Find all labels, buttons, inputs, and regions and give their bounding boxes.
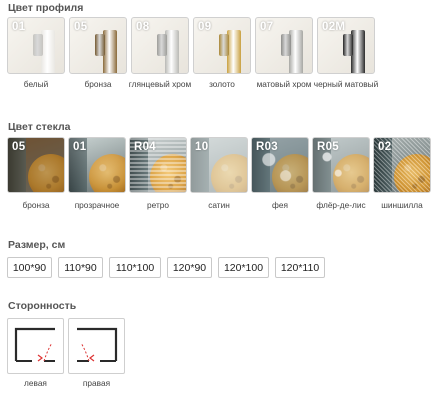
swatch-code: 01 [73, 141, 87, 153]
swatch-code: 05 [12, 141, 26, 153]
glass-swatch[interactable]: 05 [7, 137, 65, 193]
size-option-button[interactable]: 100*90 [7, 257, 52, 278]
profile-option[interactable]: 08 глянцевый хром [129, 17, 191, 90]
profile-swatch[interactable]: 02M [317, 17, 375, 74]
profile-label: глянцевый хром [128, 79, 192, 89]
glass-option[interactable]: 02 шиншилла [373, 137, 431, 211]
glass-swatch[interactable]: R05 [312, 137, 370, 193]
glass-option[interactable]: 05 бронза [7, 137, 65, 211]
profile-option[interactable]: 09 золото [193, 17, 251, 90]
profile-bar-image [289, 30, 303, 73]
glass-label: прозрачное [74, 200, 120, 210]
swatch-code: 05 [74, 21, 88, 33]
glass-swatch[interactable]: R03 [251, 137, 309, 193]
profile-label: черный матовый [313, 79, 379, 89]
glass-swatch[interactable]: R04 [129, 137, 187, 193]
profile-label: золото [209, 79, 235, 89]
swatch-code: R03 [256, 141, 278, 153]
glass-label: сатин [208, 200, 230, 210]
glass-label: флёр-де-лис [316, 200, 366, 210]
swatch-code: 07 [260, 21, 274, 33]
side-option-box[interactable] [7, 318, 64, 374]
profile-swatch[interactable]: 07 [255, 17, 313, 74]
glass-label: шиншилла [381, 200, 423, 210]
profile-option[interactable]: 01 белый [7, 17, 65, 90]
swatch-code: 02 [378, 141, 392, 153]
profile-label: белый [23, 79, 49, 89]
profile-swatch[interactable]: 08 [131, 17, 189, 74]
profile-swatch[interactable]: 01 [7, 17, 65, 74]
glass-option[interactable]: 10 сатин [190, 137, 248, 211]
size-option-button[interactable]: 120*110 [275, 257, 325, 278]
glass-option[interactable]: R04 ретро [129, 137, 187, 211]
side-option[interactable]: левая [7, 318, 64, 388]
profile-bar-image [103, 30, 117, 73]
side-option-label: правая [82, 378, 111, 388]
glass-swatch-row: 05 бронза 01 прозрачное R04 ретро 10 сатин R03 фе… [7, 137, 434, 211]
profile-bar-image [165, 30, 179, 73]
profile-bar-image [41, 30, 55, 73]
glass-option[interactable]: 01 прозрачное [68, 137, 126, 211]
swatch-code: 09 [198, 21, 212, 33]
profile-option[interactable]: 05 бронза [69, 17, 127, 90]
glass-label: бронза [22, 200, 50, 210]
side-options: левая правая [7, 318, 129, 388]
profile-swatch[interactable]: 05 [69, 17, 127, 74]
size-option-button[interactable]: 120*90 [167, 257, 212, 278]
profile-swatch[interactable]: 09 [193, 17, 251, 74]
left-hinge-door-icon [14, 327, 55, 362]
size-title: Размер, см [8, 239, 66, 251]
profile-bar-image [227, 30, 241, 73]
swatch-code: 02M [322, 21, 346, 33]
side-option[interactable]: правая [68, 318, 125, 388]
profile-swatch-row: 01 белый 05 бронза 08 глянцевый хром 09 золото 0… [7, 17, 379, 90]
side-option-box[interactable] [68, 318, 125, 374]
right-hinge-door-icon [77, 327, 118, 362]
glass-label: фея [272, 200, 288, 210]
glass-swatch[interactable]: 10 [190, 137, 248, 193]
swatch-code: R04 [134, 141, 156, 153]
size-options: 100*90 110*90 110*100 120*90 120*100 120*110 [7, 257, 331, 278]
glass-option[interactable]: R03 фея [251, 137, 309, 211]
swatch-code: R05 [317, 141, 339, 153]
swatch-code: 08 [136, 21, 150, 33]
glass-swatch[interactable]: 01 [68, 137, 126, 193]
glass-label: ретро [147, 200, 169, 210]
glass-option[interactable]: R05 флёр-де-лис [312, 137, 370, 211]
profile-bar-image [351, 30, 365, 73]
profile-label: матовый хром [256, 79, 312, 89]
size-option-button[interactable]: 110*90 [58, 257, 103, 278]
swatch-code: 01 [12, 21, 26, 33]
glass-color-title: Цвет стекла [8, 121, 71, 133]
side-title: Сторонность [8, 300, 77, 312]
size-option-button[interactable]: 120*100 [218, 257, 269, 278]
side-option-label: левая [24, 378, 47, 388]
profile-color-title: Цвет профиля [8, 2, 84, 14]
glass-swatch[interactable]: 02 [373, 137, 431, 193]
size-option-button[interactable]: 110*100 [109, 257, 161, 278]
profile-option[interactable]: 02M черный матовый [314, 17, 378, 90]
profile-label: бронза [84, 79, 112, 89]
profile-option[interactable]: 07 матовый хром [255, 17, 313, 90]
swatch-code: 10 [195, 141, 209, 153]
